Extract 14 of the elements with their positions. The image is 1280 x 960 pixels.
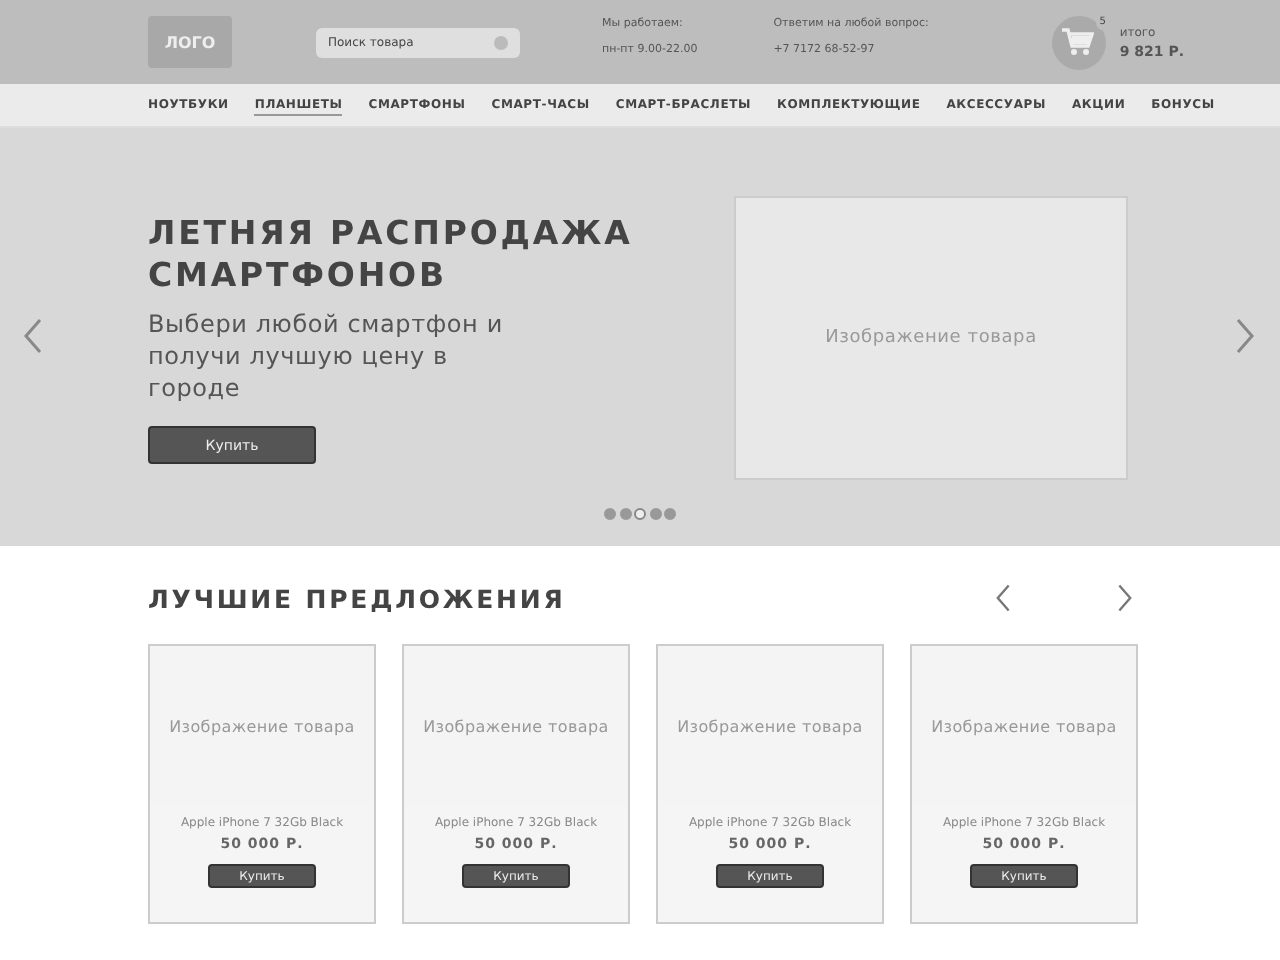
cart-icon [1062, 28, 1095, 56]
section-title: ЛУЧШИЕ ПРЕДЛОЖЕНИЯ [148, 583, 566, 613]
slide-dot[interactable] [664, 508, 676, 520]
placeholder-text: Изображение товара [677, 717, 863, 735]
slide-dot[interactable] [649, 508, 661, 520]
hero-subtitle: Выбери любой смартфон и получи лучшую цену в городе [148, 308, 505, 404]
slide-dot[interactable] [604, 508, 616, 520]
placeholder-text: Изображение товара [169, 717, 355, 735]
placeholder-text: Изображение товара [825, 328, 1037, 348]
slide-dot[interactable] [619, 508, 631, 520]
placeholder-text: Изображение товара [931, 717, 1117, 735]
placeholder-text: Изображение товара [423, 717, 609, 735]
slide-dot[interactable] [634, 508, 646, 520]
hero-title: ЛЕТНЯЯ РАСПРОДАЖА СМАРТФОНОВ [148, 212, 635, 296]
